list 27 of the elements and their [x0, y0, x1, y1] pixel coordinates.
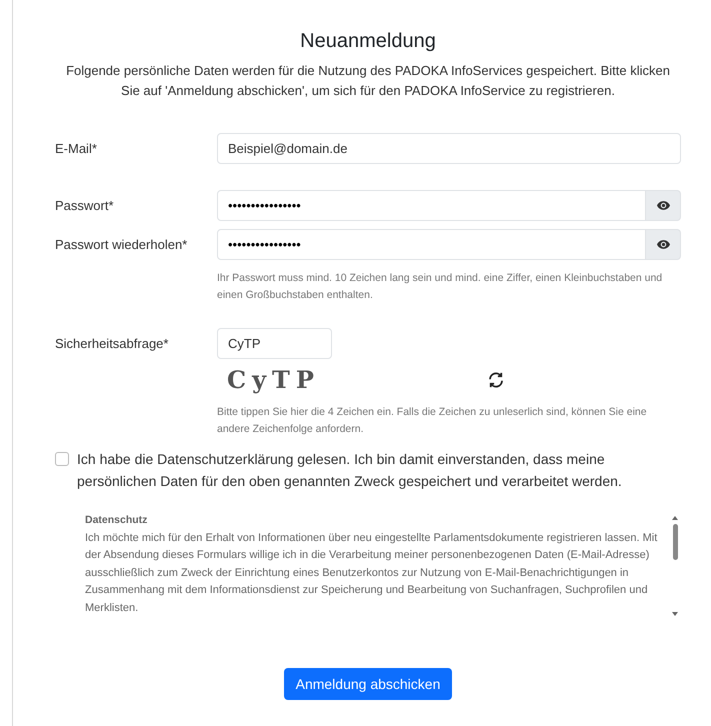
privacy-heading: Datenschutz [85, 513, 148, 528]
show-password-button[interactable] [646, 190, 681, 221]
field-label: Passwort* [55, 197, 115, 215]
captcha-image: CyTP [226, 365, 321, 394]
form-title: Neuanmeldung [300, 30, 436, 53]
email-field[interactable]: Beispiel@domain.de [217, 133, 681, 164]
consent-text: Ich habe die Datenschutzerklärung gelesen. Ich bin damit einverstanden, dass meine persönlichen Daten für den oben genannten Zweck gespeichert und verarbeitet werden. [77, 450, 623, 491]
consent-checkbox[interactable] [55, 452, 69, 466]
captcha-field[interactable]: CyTP [217, 328, 332, 359]
field-label: Sicherheitsabfrage* [55, 335, 170, 353]
field-label: E-Mail* [55, 140, 98, 158]
eye-icon [656, 201, 670, 210]
hint-text: Ihr Passwort muss mind. 10 Zeichen lang sein und mind. eine Ziffer, einen Kleinbuchstaben und einen Großbuchstaben enthalten. [217, 271, 664, 303]
intro-text: Folgende persönliche Daten werden für die Nutzung des PADOKA InfoServices gespeichert. Bitte klicken Sie auf 'Anmeldung abschicken', um sich für den PADOKA InfoService zu registrieren. [65, 62, 671, 100]
hint-text: Bitte tippen Sie hier die 4 Zeichen ein. Falls die Zeichen zu unleserlich sind, können Sie eine andere Zeichenfolge anfordern. [217, 405, 648, 437]
refresh-button[interactable] [487, 370, 505, 388]
scrollbar-thumb[interactable] [672, 524, 678, 560]
field-label: Passwort wiederholen* [55, 236, 188, 254]
show-password-button[interactable] [646, 229, 681, 260]
privacy-text: Ich möchte mich für den Erhalt von Informationen über neu eingestellte Parlamentsdokumente registrieren lassen. Mit der Absendung dieses Formulars willige ich in die Verarbeitung meiner personenbezogenen Daten (E-Mail-Adresse) ausschließlich zum Zweck der Einrichtung eines Benutzerkontos zur Nutzung von E-Mail-Benachrichtigungen in Zusammenhang mit dem Informationsdienst zur Speicherung und Bearbeitung von Suchanfragen, Suchprofilen und Merklisten. [85, 530, 658, 616]
password-field[interactable]: •••••••••••••••• [217, 229, 646, 260]
eye-icon [656, 240, 670, 249]
scroll-up-icon[interactable] [672, 516, 678, 520]
password-field[interactable]: •••••••••••••••• [217, 190, 646, 221]
submit-button[interactable]: Anmeldung abschicken [284, 668, 452, 700]
scroll-down-icon[interactable] [672, 612, 678, 616]
refresh-icon [487, 370, 505, 388]
